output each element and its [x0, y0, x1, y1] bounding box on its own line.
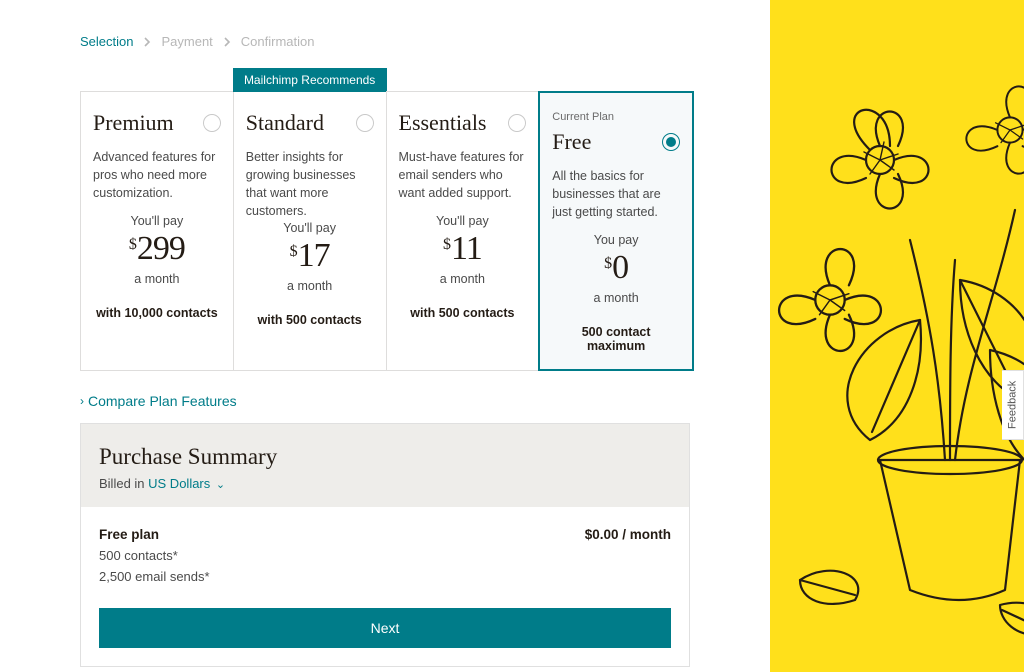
radio-icon[interactable]: [662, 133, 680, 151]
summary-line-sends: 2,500 email sends*: [99, 569, 671, 584]
crumb-selection[interactable]: Selection: [80, 34, 133, 49]
next-button[interactable]: Next: [99, 608, 671, 648]
breadcrumb: Selection Payment Confirmation: [80, 34, 690, 49]
purchase-summary: Purchase Summary Billed in US Dollars ⌄ …: [80, 423, 690, 667]
plan-contacts: 500 contact maximum: [552, 325, 680, 353]
plan-desc: Better insights for growing businesses t…: [246, 148, 374, 221]
chevron-right-icon: [143, 37, 151, 47]
plan-price: $299: [93, 230, 221, 268]
plan-free[interactable]: Current Plan Free All the basics for bus…: [538, 91, 694, 371]
plan-desc: Advanced features for pros who need more…: [93, 148, 221, 214]
recommended-badge: Mailchimp Recommends: [233, 68, 387, 92]
summary-plan-price: $0.00 / month: [585, 527, 671, 542]
summary-plan-name: Free plan: [99, 527, 159, 542]
plan-title: Premium: [93, 110, 174, 136]
plan-grid: Premium Advanced features for pros who n…: [80, 91, 694, 371]
plan-contacts: with 500 contacts: [246, 313, 374, 327]
plan-price: $17: [246, 237, 374, 275]
chevron-right-icon: [223, 37, 231, 47]
plan-desc: Must-have features for email senders who…: [399, 148, 527, 214]
radio-icon[interactable]: [203, 114, 221, 132]
radio-icon[interactable]: [508, 114, 526, 132]
current-plan-badge: Current Plan: [552, 111, 680, 123]
decorative-plant-illustration: [770, 0, 1024, 672]
billed-in: Billed in US Dollars ⌄: [99, 476, 671, 491]
crumb-confirmation: Confirmation: [241, 34, 315, 49]
compare-plans-toggle[interactable]: › Compare Plan Features: [80, 393, 690, 409]
pay-label: You pay: [552, 233, 680, 247]
plan-price: $0: [552, 249, 680, 287]
currency-select[interactable]: US Dollars ⌄: [148, 476, 225, 491]
pay-label: You'll pay: [93, 214, 221, 228]
feedback-tab[interactable]: Feedback: [1002, 370, 1024, 440]
pay-label: You'll pay: [246, 221, 374, 235]
summary-title: Purchase Summary: [99, 444, 671, 470]
plan-title: Essentials: [399, 110, 487, 136]
plan-essentials[interactable]: Essentials Must-have features for email …: [386, 91, 540, 371]
chevron-down-icon: ⌄: [216, 479, 225, 491]
plan-contacts: with 10,000 contacts: [93, 306, 221, 320]
crumb-payment: Payment: [161, 34, 212, 49]
plan-title: Standard: [246, 110, 324, 136]
plan-title: Free: [552, 129, 591, 155]
plan-period: a month: [552, 291, 680, 305]
plan-period: a month: [93, 272, 221, 286]
plan-period: a month: [246, 279, 374, 293]
radio-icon[interactable]: [356, 114, 374, 132]
plan-period: a month: [399, 272, 527, 286]
plan-desc: All the basics for businesses that are j…: [552, 167, 680, 233]
chevron-right-icon: ›: [80, 394, 84, 408]
plan-price: $11: [399, 230, 527, 268]
plan-premium[interactable]: Premium Advanced features for pros who n…: [80, 91, 234, 371]
plan-contacts: with 500 contacts: [399, 306, 527, 320]
plan-standard[interactable]: Mailchimp Recommends Standard Better ins…: [233, 91, 387, 371]
pay-label: You'll pay: [399, 214, 527, 228]
summary-line-contacts: 500 contacts*: [99, 548, 671, 563]
